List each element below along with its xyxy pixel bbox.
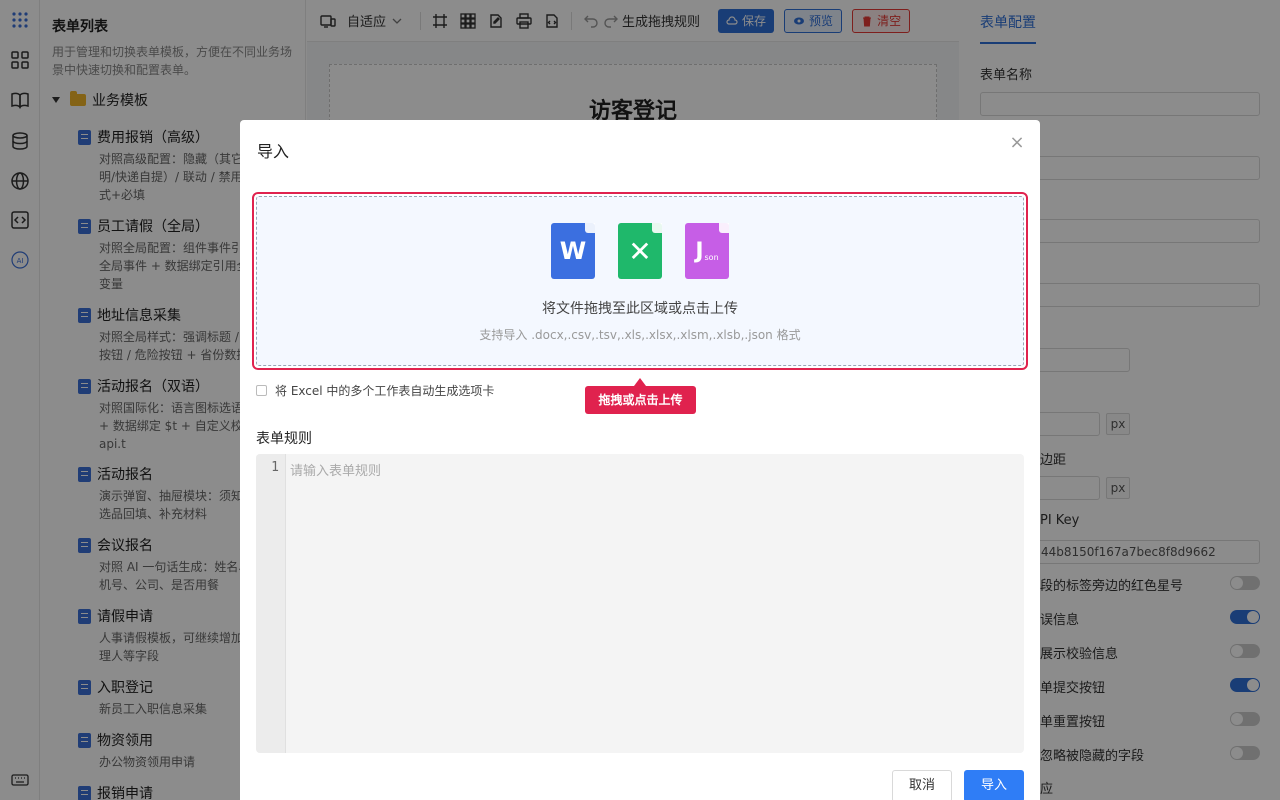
modal-title: 导入 <box>257 142 290 161</box>
json-file-icon: Json <box>685 223 729 279</box>
cancel-button[interactable]: 取消 <box>892 770 952 800</box>
upload-dropzone[interactable]: W ✕ Json 将文件拖拽至此区域或点击上传 支持导入 .docx,.csv,… <box>256 196 1024 366</box>
close-icon[interactable]: × <box>1008 134 1026 152</box>
dropzone-hint: 支持导入 .docx,.csv,.tsv,.xls,.xlsx,.xlsm,.x… <box>479 328 801 342</box>
editor-gutter: 1 <box>256 454 286 753</box>
sheets-to-tabs-checkbox[interactable] <box>256 385 267 396</box>
rules-label: 表单规则 <box>256 431 312 447</box>
excel-file-icon: ✕ <box>618 223 662 279</box>
upload-tooltip: 拖拽或点击上传 <box>585 378 696 414</box>
sheets-to-tabs-option[interactable]: 将 Excel 中的多个工作表自动生成选项卡 <box>256 382 494 399</box>
editor-placeholder: 请输入表单规则 <box>290 464 382 479</box>
upload-highlight: W ✕ Json 将文件拖拽至此区域或点击上传 支持导入 .docx,.csv,… <box>252 192 1028 370</box>
dropzone-text: 将文件拖拽至此区域或点击上传 <box>542 301 738 317</box>
word-file-icon: W <box>551 223 595 279</box>
sheets-to-tabs-label: 将 Excel 中的多个工作表自动生成选项卡 <box>275 384 495 398</box>
rules-editor[interactable]: 1 请输入表单规则 <box>256 454 1024 753</box>
import-button[interactable]: 导入 <box>964 770 1024 800</box>
line-number: 1 <box>271 460 279 475</box>
import-modal: 导入 × W ✕ Json 将文件拖拽至此区域或点击上传 支持导入 .docx,… <box>240 120 1040 800</box>
